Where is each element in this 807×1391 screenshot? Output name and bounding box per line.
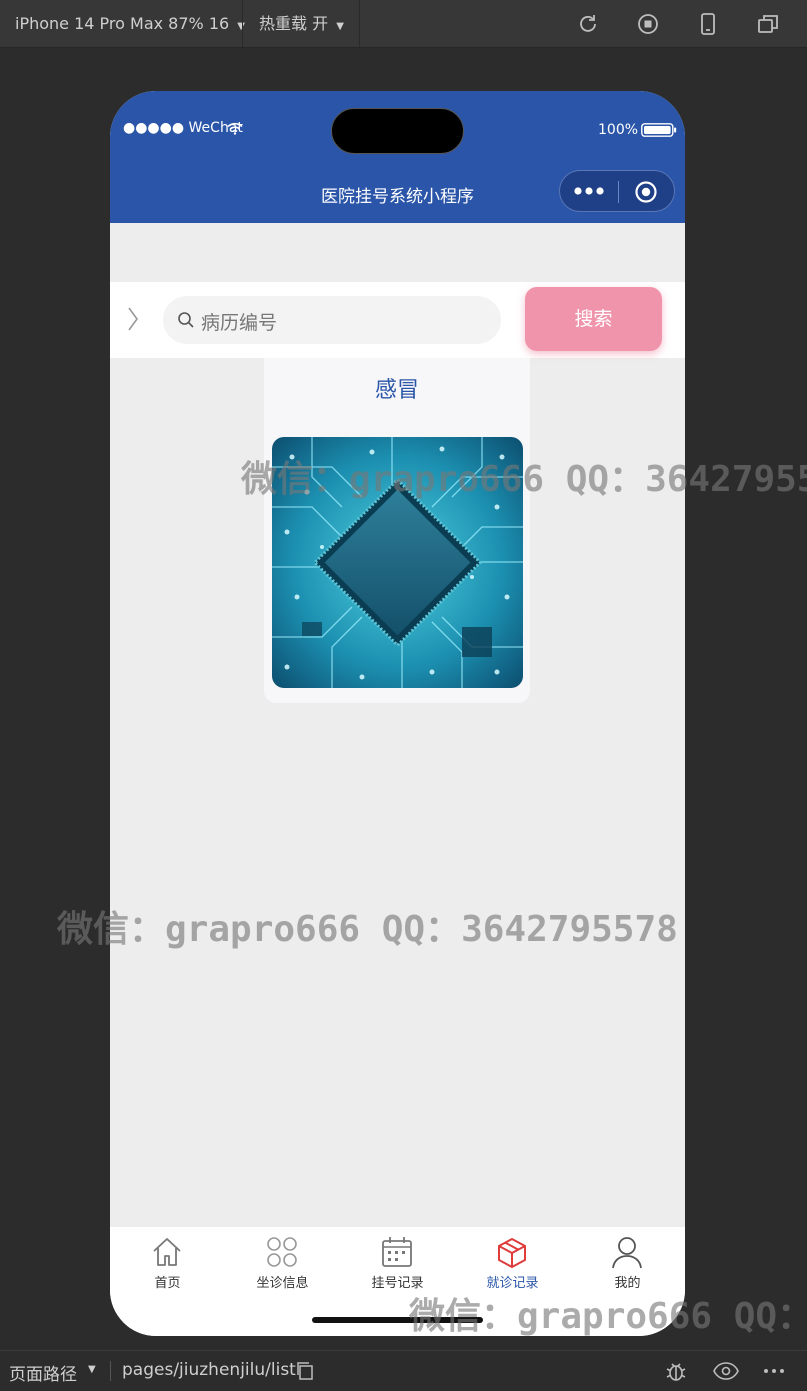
nav-bar: 医院挂号系统小程序 <box>110 165 685 223</box>
tab-label: 坐诊信息 <box>256 1276 309 1291</box>
tab-label: 首页 <box>154 1276 181 1291</box>
search-placeholder: 病历编号 <box>201 312 278 334</box>
battery-icon <box>641 123 677 137</box>
chevron-down-icon: ▼ <box>88 1364 96 1375</box>
close-miniprogram-icon[interactable] <box>634 180 658 204</box>
bug-icon[interactable] <box>664 1359 688 1383</box>
search-icon <box>178 312 194 328</box>
tab-visit-records[interactable]: 就诊记录 <box>455 1227 570 1297</box>
hot-reload-label: 热重载 开 <box>259 14 329 33</box>
grid-icon <box>267 1237 297 1267</box>
circuit-chip-image <box>272 437 523 688</box>
more-options-icon[interactable] <box>763 1368 785 1374</box>
copy-icon[interactable] <box>296 1362 314 1380</box>
tab-label: 挂号记录 <box>371 1276 424 1291</box>
battery-label: 100% <box>598 122 639 138</box>
user-icon <box>612 1237 642 1269</box>
page-content: 病历编号 搜索 感冒 <box>110 223 685 1227</box>
device-selector[interactable]: iPhone 14 Pro Max 87% 16 ▼ <box>15 0 245 47</box>
devtools-toolbar: iPhone 14 Pro Max 87% 16 ▼ 热重载 开 ▼ <box>0 0 807 48</box>
calendar-icon <box>382 1237 412 1267</box>
tab-mine[interactable]: 我的 <box>570 1227 685 1297</box>
tab-registration[interactable]: 挂号记录 <box>340 1227 455 1297</box>
stop-icon[interactable] <box>636 12 660 36</box>
carrier-label: ●●●●● WeChat <box>123 120 243 136</box>
capsule-menu <box>559 170 675 212</box>
page-path-value: pages/jiuzhenjilu/list <box>122 1360 296 1380</box>
tab-label: 我的 <box>614 1276 641 1291</box>
devtools-statusbar: 页面路径 ▼ pages/jiuzhenjilu/list <box>0 1350 807 1391</box>
record-title: 感冒 <box>374 378 419 403</box>
search-bar: 病历编号 搜索 <box>110 282 685 358</box>
box-icon <box>498 1238 526 1268</box>
home-indicator <box>312 1317 483 1323</box>
refresh-icon[interactable] <box>576 12 600 36</box>
phone-simulator: ●●●●● WeChat 100% 医院挂号系统小程序 病历编号 搜索 感冒 首… <box>110 91 685 1336</box>
tab-bar: 首页 坐诊信息 挂号记录 就诊记录 我的 <box>110 1227 685 1336</box>
page-path-label[interactable]: 页面路径 <box>9 1360 77 1385</box>
home-icon <box>153 1238 181 1266</box>
wifi-icon <box>227 122 243 135</box>
tab-schedule[interactable]: 坐诊信息 <box>225 1227 340 1297</box>
detach-window-icon[interactable] <box>756 12 780 36</box>
phone-preview-icon[interactable] <box>696 12 720 36</box>
eye-icon[interactable] <box>713 1360 739 1382</box>
record-image <box>272 437 523 688</box>
device-label: iPhone 14 Pro Max 87% 16 <box>15 14 230 33</box>
hot-reload-toggle[interactable]: 热重载 开 ▼ <box>259 0 344 47</box>
search-button[interactable]: 搜索 <box>525 287 662 351</box>
tab-home[interactable]: 首页 <box>110 1227 225 1297</box>
record-card[interactable]: 感冒 <box>264 358 530 703</box>
tab-label: 就诊记录 <box>486 1276 539 1291</box>
chevron-down-icon: ▼ <box>336 21 344 32</box>
chevron-right-icon[interactable] <box>127 306 139 332</box>
dynamic-island <box>331 108 464 154</box>
search-input[interactable]: 病历编号 <box>163 296 501 344</box>
more-icon[interactable] <box>573 183 605 199</box>
status-bar: ●●●●● WeChat 100% <box>110 91 685 165</box>
